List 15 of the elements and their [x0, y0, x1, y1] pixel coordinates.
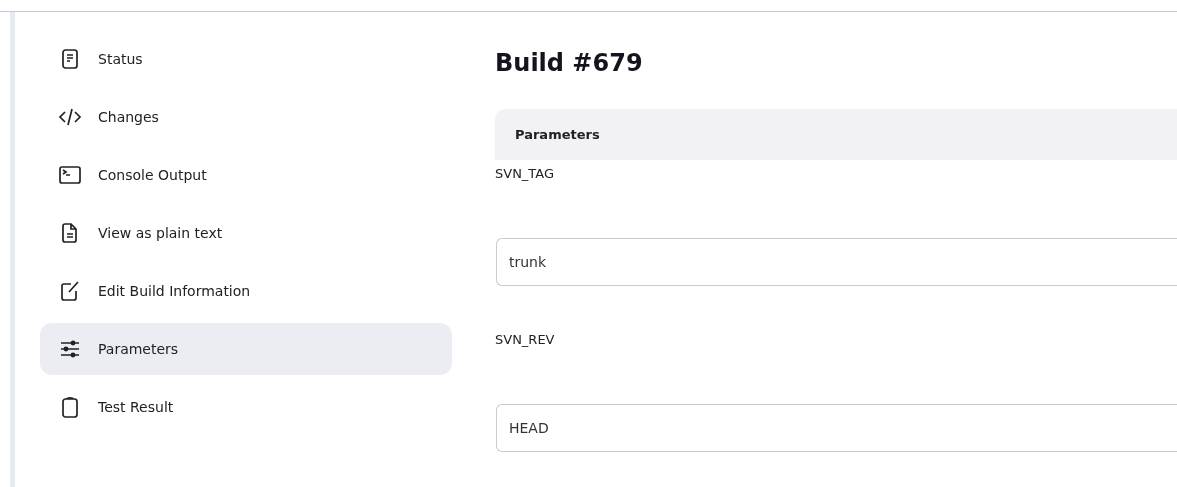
- sidebar-item[interactable]: Parameters: [40, 323, 452, 375]
- sidebar-item[interactable]: Edit Build Information: [40, 265, 452, 317]
- sidebar-item[interactable]: Status: [40, 33, 452, 85]
- terminal-icon: [58, 163, 82, 187]
- edit-icon: [58, 279, 82, 303]
- sidebar-item[interactable]: View as plain text: [40, 207, 452, 259]
- sidebar-item[interactable]: Console Output: [40, 149, 452, 201]
- section-header: Parameters: [495, 109, 1177, 160]
- sidebar-item[interactable]: Changes: [40, 91, 452, 143]
- page-title: Build #679: [495, 49, 644, 77]
- parameter-name: SVN_TAG: [495, 166, 556, 183]
- input-field[interactable]: trunk: [496, 238, 1177, 286]
- input-field[interactable]: HEAD: [496, 404, 1177, 452]
- sidebar-item[interactable]: Test Result: [40, 381, 452, 433]
- parameter-name: SVN_REV: [495, 332, 556, 349]
